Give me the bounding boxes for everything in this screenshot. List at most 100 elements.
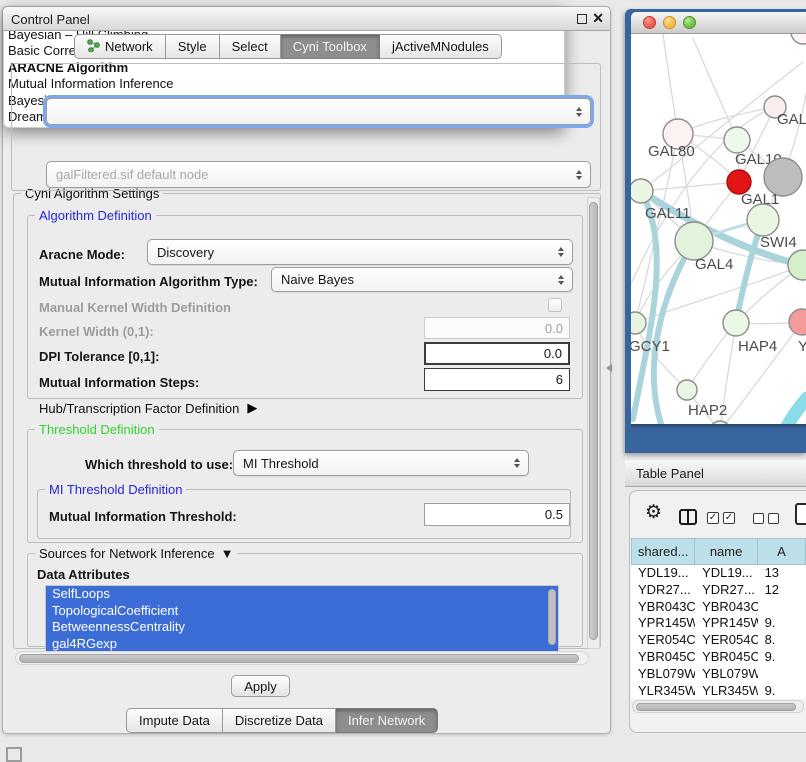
network-node-GAL11[interactable]	[631, 179, 653, 203]
table-cell	[758, 666, 806, 683]
mi-threshold-input[interactable]: 0.5	[424, 503, 570, 526]
select-all-icon[interactable]: ✓ ✓	[707, 512, 735, 524]
table-cell: YBR043C	[631, 599, 695, 616]
settings-horizontal-scrollbar[interactable]	[15, 651, 589, 665]
deselect-all-icon[interactable]	[753, 513, 779, 524]
attribute-item-gal4rgexp[interactable]: gal4RGexp	[46, 636, 558, 652]
scrollbar-thumb[interactable]	[636, 703, 796, 711]
aracne-mode-label: Aracne Mode:	[39, 247, 125, 262]
tab-style[interactable]: Style	[166, 34, 220, 59]
network-node[interactable]	[791, 34, 806, 44]
table-horizontal-scrollbar[interactable]	[632, 700, 804, 713]
network-node-HAP2[interactable]	[677, 380, 697, 400]
mi-threshold-label: Mutual Information Threshold:	[49, 509, 237, 524]
table-row[interactable]: YER054CYER054C8.	[631, 632, 806, 649]
table-cell: 9.	[758, 649, 806, 666]
data-attributes-list[interactable]: SelfLoops TopologicalCoefficient Between…	[45, 585, 559, 652]
table-header-row: shared... name A	[631, 538, 806, 565]
tab-impute-data[interactable]: Impute Data	[126, 708, 223, 733]
tab-cyni-toolbox[interactable]: Cyni Toolbox	[281, 34, 380, 59]
tab-network[interactable]: Network	[74, 34, 166, 59]
table-cell: YDL19...	[695, 565, 758, 582]
column-header-name[interactable]: name	[695, 538, 758, 565]
apply-button[interactable]: Apply	[231, 675, 290, 697]
float-window-icon[interactable]	[577, 14, 587, 24]
network-edge	[774, 398, 806, 424]
column-header-shared-name[interactable]: shared...	[631, 538, 695, 565]
new-table-icon[interactable]	[795, 503, 806, 525]
dpi-tolerance-input[interactable]: 0.0	[424, 342, 570, 365]
close-icon[interactable]: ✕	[592, 10, 604, 27]
network-canvas[interactable]: GALGAL80GAL10GAL1GAL11GAL4SWI4GCY1HAP4YH…	[631, 34, 806, 424]
node-label: HAP2	[688, 402, 727, 419]
expanded-arrow-icon[interactable]: ▼	[221, 546, 234, 561]
network-node-GAL4[interactable]	[675, 222, 713, 260]
combo-arrows-icon	[558, 247, 564, 257]
table-row[interactable]: YBR043CYBR043C	[631, 599, 806, 616]
tab-discretize-data[interactable]: Discretize Data	[223, 708, 336, 733]
minimize-traffic-light-icon[interactable]	[663, 16, 676, 29]
zoom-traffic-light-icon[interactable]	[683, 16, 696, 29]
node-label: GAL11	[645, 205, 691, 222]
data-attributes-label: Data Attributes	[37, 567, 130, 582]
network-node-SWI4[interactable]	[747, 204, 779, 236]
settings-vertical-scrollbar[interactable]	[587, 197, 600, 649]
table-cell: 9.	[758, 683, 806, 699]
hub-transcription-section[interactable]: Hub/Transcription Factor Definition ▶	[39, 400, 257, 416]
table-row[interactable]: YDL19...YDL19...13	[631, 565, 806, 582]
aracne-mode-combo[interactable]: Discovery	[147, 239, 573, 265]
node-label: GCY1	[631, 338, 670, 355]
scrollbar-thumb[interactable]	[19, 654, 579, 663]
table-row[interactable]: YPR145WYPR145W9.	[631, 615, 806, 632]
tab-select[interactable]: Select	[220, 34, 281, 59]
control-panel-titlebar[interactable]: Control Panel ✕	[3, 7, 610, 31]
scrollbar-thumb[interactable]	[589, 202, 598, 640]
column-header-partial[interactable]: A	[758, 538, 806, 565]
attribute-item-betweennesscentrality[interactable]: BetweennessCentrality	[46, 619, 558, 636]
table-cell: YER054C	[695, 632, 758, 649]
network-view-titlebar[interactable]	[631, 12, 806, 34]
dpi-tolerance-label: DPI Tolerance [0,1]:	[39, 349, 159, 364]
bottom-tab-bar: Impute Data Discretize Data Infer Networ…	[126, 708, 438, 733]
which-threshold-combo[interactable]: MI Threshold	[233, 450, 529, 476]
mi-algorithm-type-combo[interactable]: Naive Bayes	[271, 267, 573, 292]
tab-label: Infer Network	[348, 713, 425, 728]
panel-divider-arrow[interactable]	[606, 364, 612, 372]
network-node-GAL10[interactable]	[724, 127, 750, 153]
collapsed-arrow-icon[interactable]: ▶	[247, 400, 257, 416]
network-table-combo[interactable]: galFiltered.sif default node	[46, 161, 591, 188]
float-panel-icon[interactable]	[6, 747, 22, 762]
table-cell: 13	[758, 565, 806, 582]
table-panel-titlebar[interactable]: Table Panel	[625, 460, 806, 487]
kernel-width-input[interactable]: 0.0	[424, 317, 570, 339]
network-node[interactable]	[788, 250, 806, 280]
tab-jactivemnodules[interactable]: jActiveMNodules	[380, 34, 502, 59]
attribute-item-topologicalcoefficient[interactable]: TopologicalCoefficient	[46, 603, 558, 620]
table-cell: YBR045C	[631, 649, 695, 666]
show-columns-icon[interactable]	[679, 509, 697, 525]
attribute-item-selfloops[interactable]: SelfLoops	[46, 586, 558, 603]
mi-steps-label: Mutual Information Steps:	[39, 375, 199, 390]
manual-kernel-checkbox[interactable]	[548, 298, 562, 312]
sources-group-title: Sources for Network Inference	[39, 546, 215, 561]
table-row[interactable]: YBR045CYBR045C9.	[631, 649, 806, 666]
tab-infer-network[interactable]: Infer Network	[336, 708, 438, 733]
attribute-list-scrollbar[interactable]	[548, 589, 556, 645]
algorithm-select-combo[interactable]	[46, 98, 591, 125]
table-row[interactable]: YBL079WYBL079W	[631, 666, 806, 683]
close-traffic-light-icon[interactable]	[643, 16, 656, 29]
group-title: Algorithm Definition	[35, 208, 156, 223]
table-row[interactable]: YLR345WYLR345W9.	[631, 683, 806, 699]
network-node-HAP4[interactable]	[723, 310, 749, 336]
mi-steps-input[interactable]: 6	[424, 368, 570, 391]
table-cell: YBL079W	[631, 666, 695, 683]
combo-arrows-icon	[576, 170, 582, 180]
tab-label: Discretize Data	[235, 713, 323, 728]
table-cell: YBR043C	[695, 599, 758, 616]
mi-algorithm-type-value: Naive Bayes	[281, 272, 354, 287]
network-node-GCY1[interactable]	[631, 312, 646, 334]
node-label: GAL	[777, 111, 806, 128]
network-node-Y[interactable]	[789, 309, 806, 335]
table-row[interactable]: YDR27...YDR27...12	[631, 582, 806, 599]
gear-icon[interactable]: ⚙	[645, 503, 662, 522]
